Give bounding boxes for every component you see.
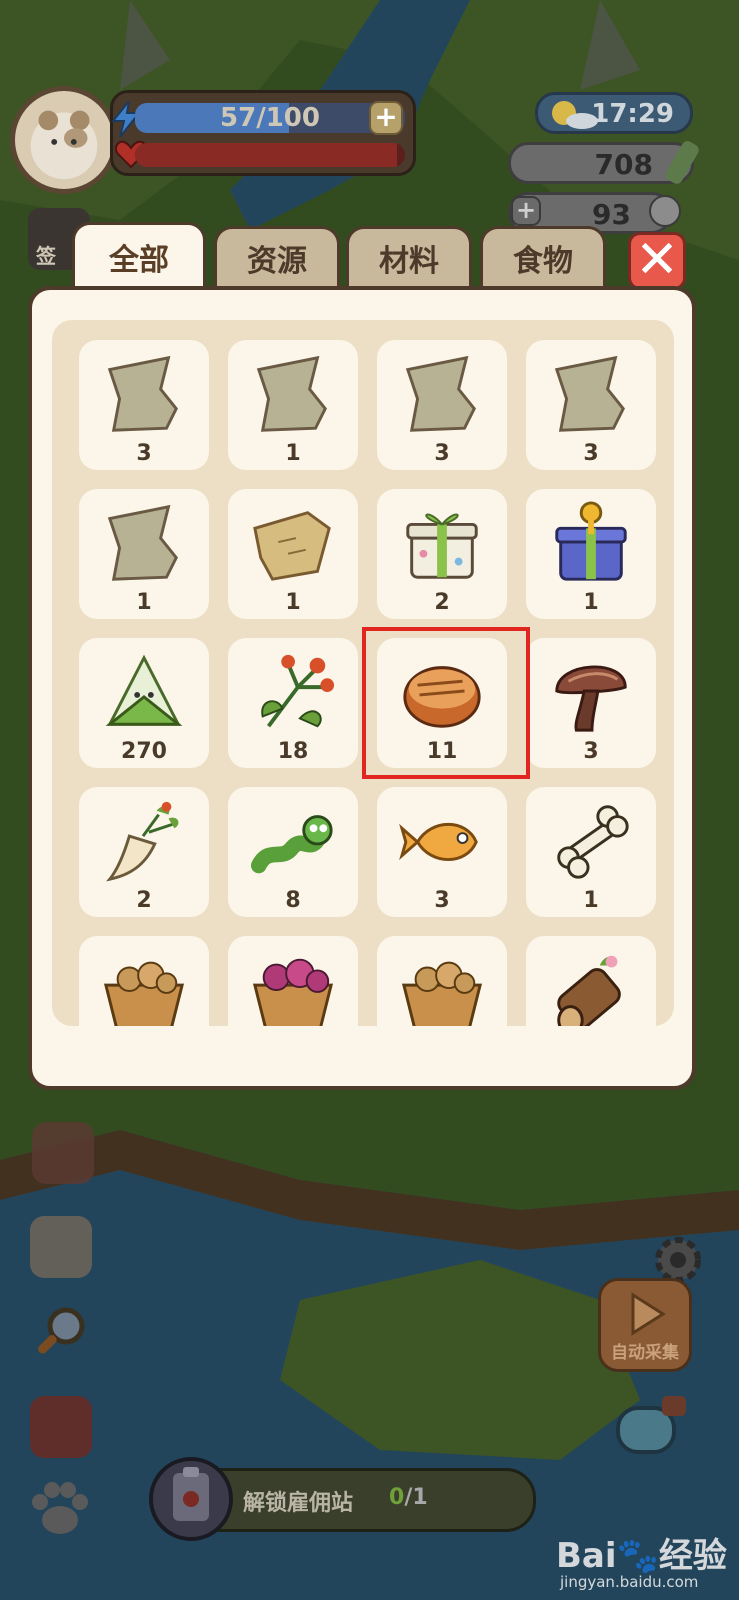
tab-materials-label: 材料 — [379, 244, 439, 279]
auto-collect-label: 自动采集 — [611, 1343, 679, 1363]
clipboard-icon — [149, 1457, 233, 1541]
task-total: /1 — [404, 1485, 428, 1510]
item-count: 1 — [285, 441, 301, 466]
inventory-slot[interactable]: 18 — [228, 638, 358, 768]
inventory-slot[interactable]: 1 — [79, 489, 209, 619]
gift-box-key-icon — [555, 501, 627, 581]
mushroom-icon — [555, 665, 627, 732]
task-bar[interactable]: 解锁雇佣站 0/1 — [149, 1457, 536, 1541]
add-energy-button[interactable]: + — [369, 101, 403, 135]
paw-icon[interactable] — [26, 1478, 94, 1542]
auto-collect-button[interactable]: 自动采集 — [598, 1278, 692, 1372]
inventory-slot[interactable]: 1 — [228, 489, 358, 619]
task-done: 0 — [389, 1485, 405, 1510]
inventory-slot[interactable]: 3 — [377, 787, 507, 917]
map-fragment-icon — [554, 355, 625, 432]
item-count: 1 — [136, 590, 152, 615]
wood-log-icon — [557, 955, 621, 1026]
map-fragment-icon — [405, 355, 476, 432]
coin-counter: 708 — [508, 141, 699, 184]
item-count: 270 — [121, 739, 167, 764]
worm-icon — [250, 815, 333, 874]
inventory-slot[interactable]: 3 — [526, 638, 656, 768]
shirt-icon[interactable] — [30, 1216, 92, 1278]
map-fragment-icon — [107, 504, 178, 581]
bamboo-coin-icon — [665, 141, 699, 184]
map-fragment-icon — [256, 355, 327, 432]
item-count: 3 — [434, 441, 450, 466]
inventory-slot[interactable]: 270 — [79, 638, 209, 768]
potato-basket-icon — [401, 961, 483, 1026]
item-count: 1 — [583, 590, 599, 615]
fish-icon — [399, 822, 478, 862]
inventory-slot[interactable] — [526, 936, 656, 1026]
selection-highlight — [362, 627, 530, 779]
tab-materials[interactable]: 材料 — [346, 226, 472, 292]
whistle-icon[interactable] — [612, 1390, 692, 1462]
recipe-book-icon[interactable] — [32, 1122, 94, 1184]
inventory-slot[interactable]: 3 — [377, 340, 507, 470]
backpack-icon[interactable] — [30, 1396, 92, 1458]
inventory-slot[interactable]: 8 — [228, 787, 358, 917]
tab-resources-label: 资源 — [247, 244, 307, 279]
player-avatar[interactable] — [10, 86, 118, 194]
health-bar-fill — [135, 143, 397, 167]
flower-basket-icon — [252, 958, 334, 1026]
hamster-avatar-icon — [30, 110, 98, 180]
potato-basket-icon — [103, 961, 185, 1026]
ginseng-icon — [106, 801, 179, 882]
tab-food[interactable]: 食物 — [480, 226, 606, 292]
treasure-map-icon — [253, 511, 331, 581]
inventory-slot[interactable]: 2 — [377, 489, 507, 619]
tab-all-label: 全部 — [109, 243, 169, 278]
item-count: 1 — [583, 888, 599, 913]
item-count: 8 — [285, 888, 301, 913]
coin-value: 708 — [594, 148, 653, 181]
inventory-slot[interactable] — [377, 936, 507, 1026]
item-count: 3 — [583, 441, 599, 466]
item-count: 3 — [434, 888, 450, 913]
tab-resources[interactable]: 资源 — [214, 226, 340, 292]
pearl-value: 93 — [592, 198, 631, 231]
energy-value: 57/100 — [220, 103, 320, 133]
item-count: 3 — [136, 441, 152, 466]
gift-box-icon — [406, 513, 478, 579]
inventory-slot[interactable]: 1 — [228, 340, 358, 470]
inventory-slot[interactable]: 3 — [526, 340, 656, 470]
close-button[interactable]: ✕ — [628, 232, 686, 290]
pearl-icon — [649, 195, 681, 227]
map-fragment-icon — [107, 355, 178, 432]
tab-all[interactable]: 全部 — [72, 222, 206, 294]
magnifier-icon[interactable] — [30, 1302, 92, 1364]
rice-dumpling-icon — [105, 654, 183, 726]
bone-icon — [557, 805, 629, 879]
baidu-watermark: Bai🐾经验 — [556, 1536, 727, 1576]
task-progress: 0/1 — [389, 1485, 428, 1510]
play-icon — [631, 1292, 666, 1336]
berry-herb-icon — [261, 654, 335, 728]
health-bar — [135, 143, 405, 167]
inventory-slot[interactable] — [228, 936, 358, 1026]
item-count: 1 — [285, 590, 301, 615]
add-pearl-button[interactable]: + — [511, 196, 541, 226]
inventory-slot[interactable] — [79, 936, 209, 1026]
item-count: 2 — [136, 888, 152, 913]
item-count: 3 — [583, 739, 599, 764]
clock-text: 17:29 — [591, 99, 674, 129]
watermark-url: jingyan.baidu.com — [560, 1573, 699, 1591]
item-count: 18 — [277, 739, 309, 764]
inventory-slot[interactable]: 1 — [526, 787, 656, 917]
status-panel: 57/100 + — [110, 90, 416, 176]
item-count: 2 — [434, 590, 450, 615]
inventory-slot[interactable]: 1 — [526, 489, 656, 619]
inventory-slot[interactable]: 3 — [79, 340, 209, 470]
close-icon: ✕ — [635, 230, 679, 290]
time-display: 17:29 — [535, 92, 693, 134]
tab-food-label: 食物 — [513, 244, 573, 279]
task-label: 解锁雇佣站 — [243, 1491, 354, 1516]
signin-label: 签 — [36, 244, 56, 268]
inventory-slot[interactable]: 2 — [79, 787, 209, 917]
energy-bar: 57/100 — [135, 103, 405, 133]
